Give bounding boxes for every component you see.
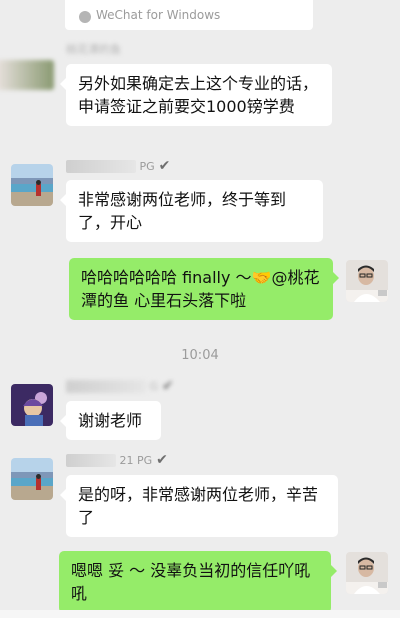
sender-name: x 21 PG✔ [66, 452, 168, 468]
sender-name: x G✔ [66, 378, 174, 394]
check-icon: ✔ [156, 452, 168, 468]
man-portrait-icon [346, 260, 388, 302]
sender-name: 桃花潭的鱼 [66, 43, 121, 56]
check-icon: ✔ [158, 158, 171, 174]
message-bubble-incoming[interactable]: 谢谢老师 [60, 401, 161, 440]
avatar-man[interactable] [346, 260, 388, 302]
message-bubble-incoming[interactable]: 非常感谢两位老师，终于等到了，开心 [60, 180, 323, 242]
message-text: 非常感谢两位老师，终于等到了，开心 [78, 190, 287, 232]
check-icon: ✔ [162, 378, 174, 394]
message-bubble-outgoing[interactable]: 嗯嗯 妥 ～ 没辜负当初的信任吖吼吼 [59, 551, 337, 613]
message-text: 嗯嗯 妥 ～ 没辜负当初的信任吖吼吼 [71, 561, 311, 603]
message-bubble-incoming[interactable]: 另外如果确定去上这个专业的话，申请签证之前要交1000镑学费 [60, 64, 332, 126]
lake-landscape-icon [11, 458, 53, 500]
avatar-blurred[interactable] [0, 60, 54, 90]
message-text: 哈哈哈哈哈哈 finally ～🤝@桃花潭的鱼 心里石头落下啦 [81, 268, 320, 310]
avatar-man[interactable] [346, 552, 388, 594]
wechat-logo-icon [79, 11, 91, 23]
message-bubble-outgoing[interactable]: 哈哈哈哈哈哈 finally ～🤝@桃花潭的鱼 心里石头落下啦 [69, 258, 339, 320]
input-bar-edge [0, 610, 400, 618]
sender-name: x PG✔ [66, 158, 170, 174]
avatar-lake[interactable] [11, 164, 53, 206]
man-portrait-icon [346, 552, 388, 594]
message-bubble-incoming[interactable]: 是的呀，非常感谢两位老师，辛苦了 [60, 475, 338, 537]
message-text: 另外如果确定去上这个专业的话，申请签证之前要交1000镑学费 [78, 74, 319, 116]
shared-card[interactable]: WeChat for Windows [65, 0, 313, 30]
cartoon-character-icon [11, 384, 53, 426]
timestamp: 10:04 [181, 348, 219, 363]
lake-landscape-icon [11, 164, 53, 206]
avatar-lake[interactable] [11, 458, 53, 500]
card-source-label: WeChat for Windows [96, 8, 221, 22]
avatar-cartoon[interactable] [11, 384, 53, 426]
message-text: 是的呀，非常感谢两位老师，辛苦了 [78, 485, 319, 527]
message-text: 谢谢老师 [78, 411, 143, 430]
